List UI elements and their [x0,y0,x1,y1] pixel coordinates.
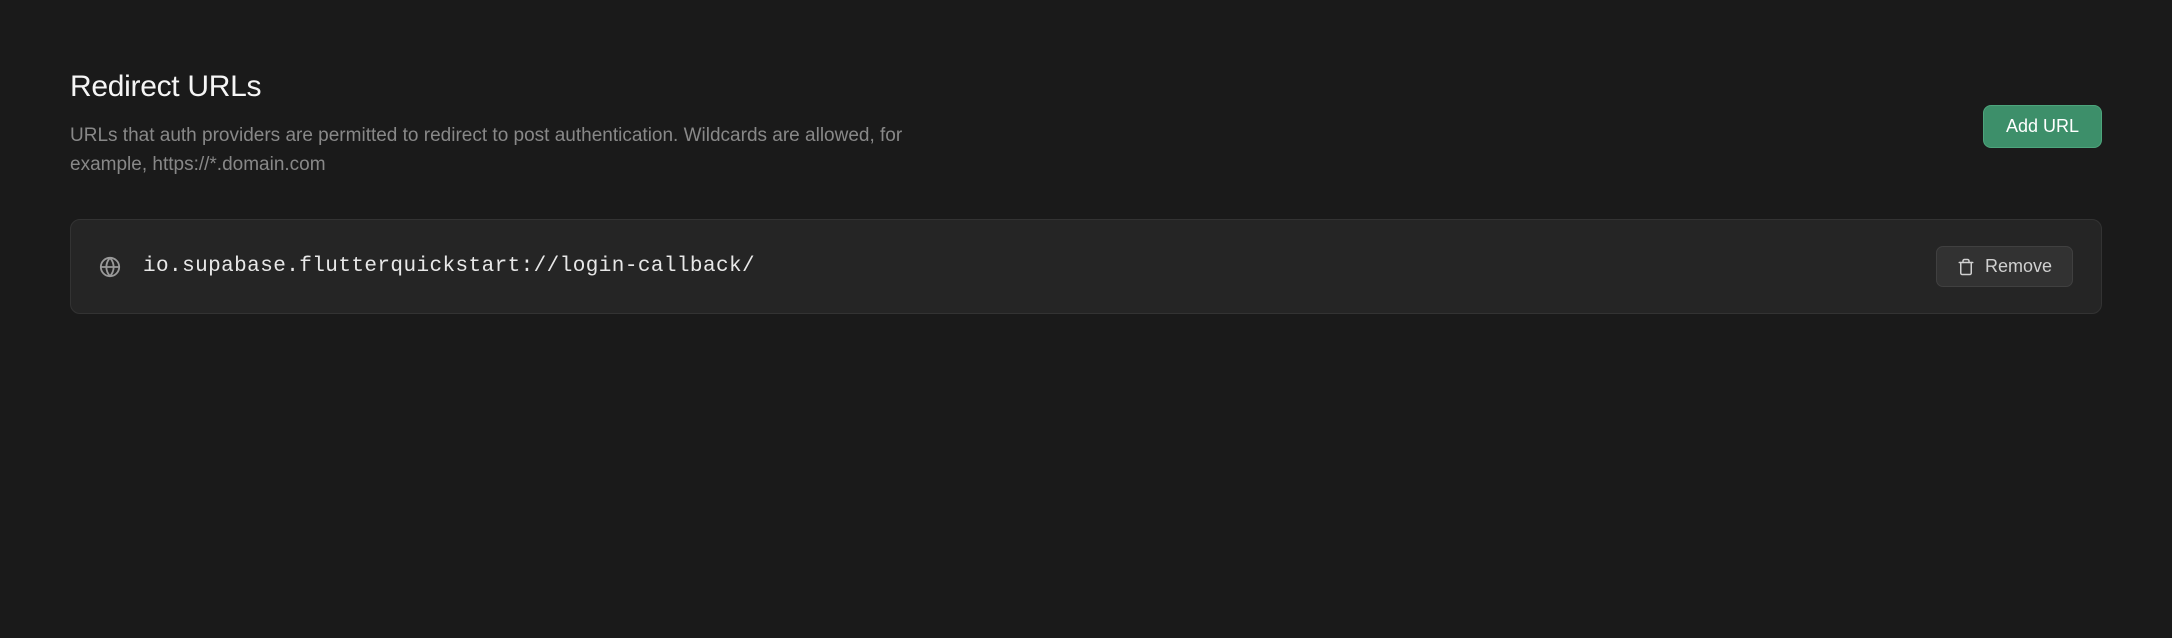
page-title: Redirect URLs [70,70,920,104]
url-row: io.supabase.flutterquickstart://login-ca… [70,219,2102,314]
trash-icon [1957,258,1975,276]
remove-button-label: Remove [1985,256,2052,277]
globe-icon [99,256,121,278]
remove-url-button[interactable]: Remove [1936,246,2073,287]
add-url-button[interactable]: Add URL [1983,105,2102,148]
page-description: URLs that auth providers are permitted t… [70,122,920,179]
url-value: io.supabase.flutterquickstart://login-ca… [143,255,1914,278]
